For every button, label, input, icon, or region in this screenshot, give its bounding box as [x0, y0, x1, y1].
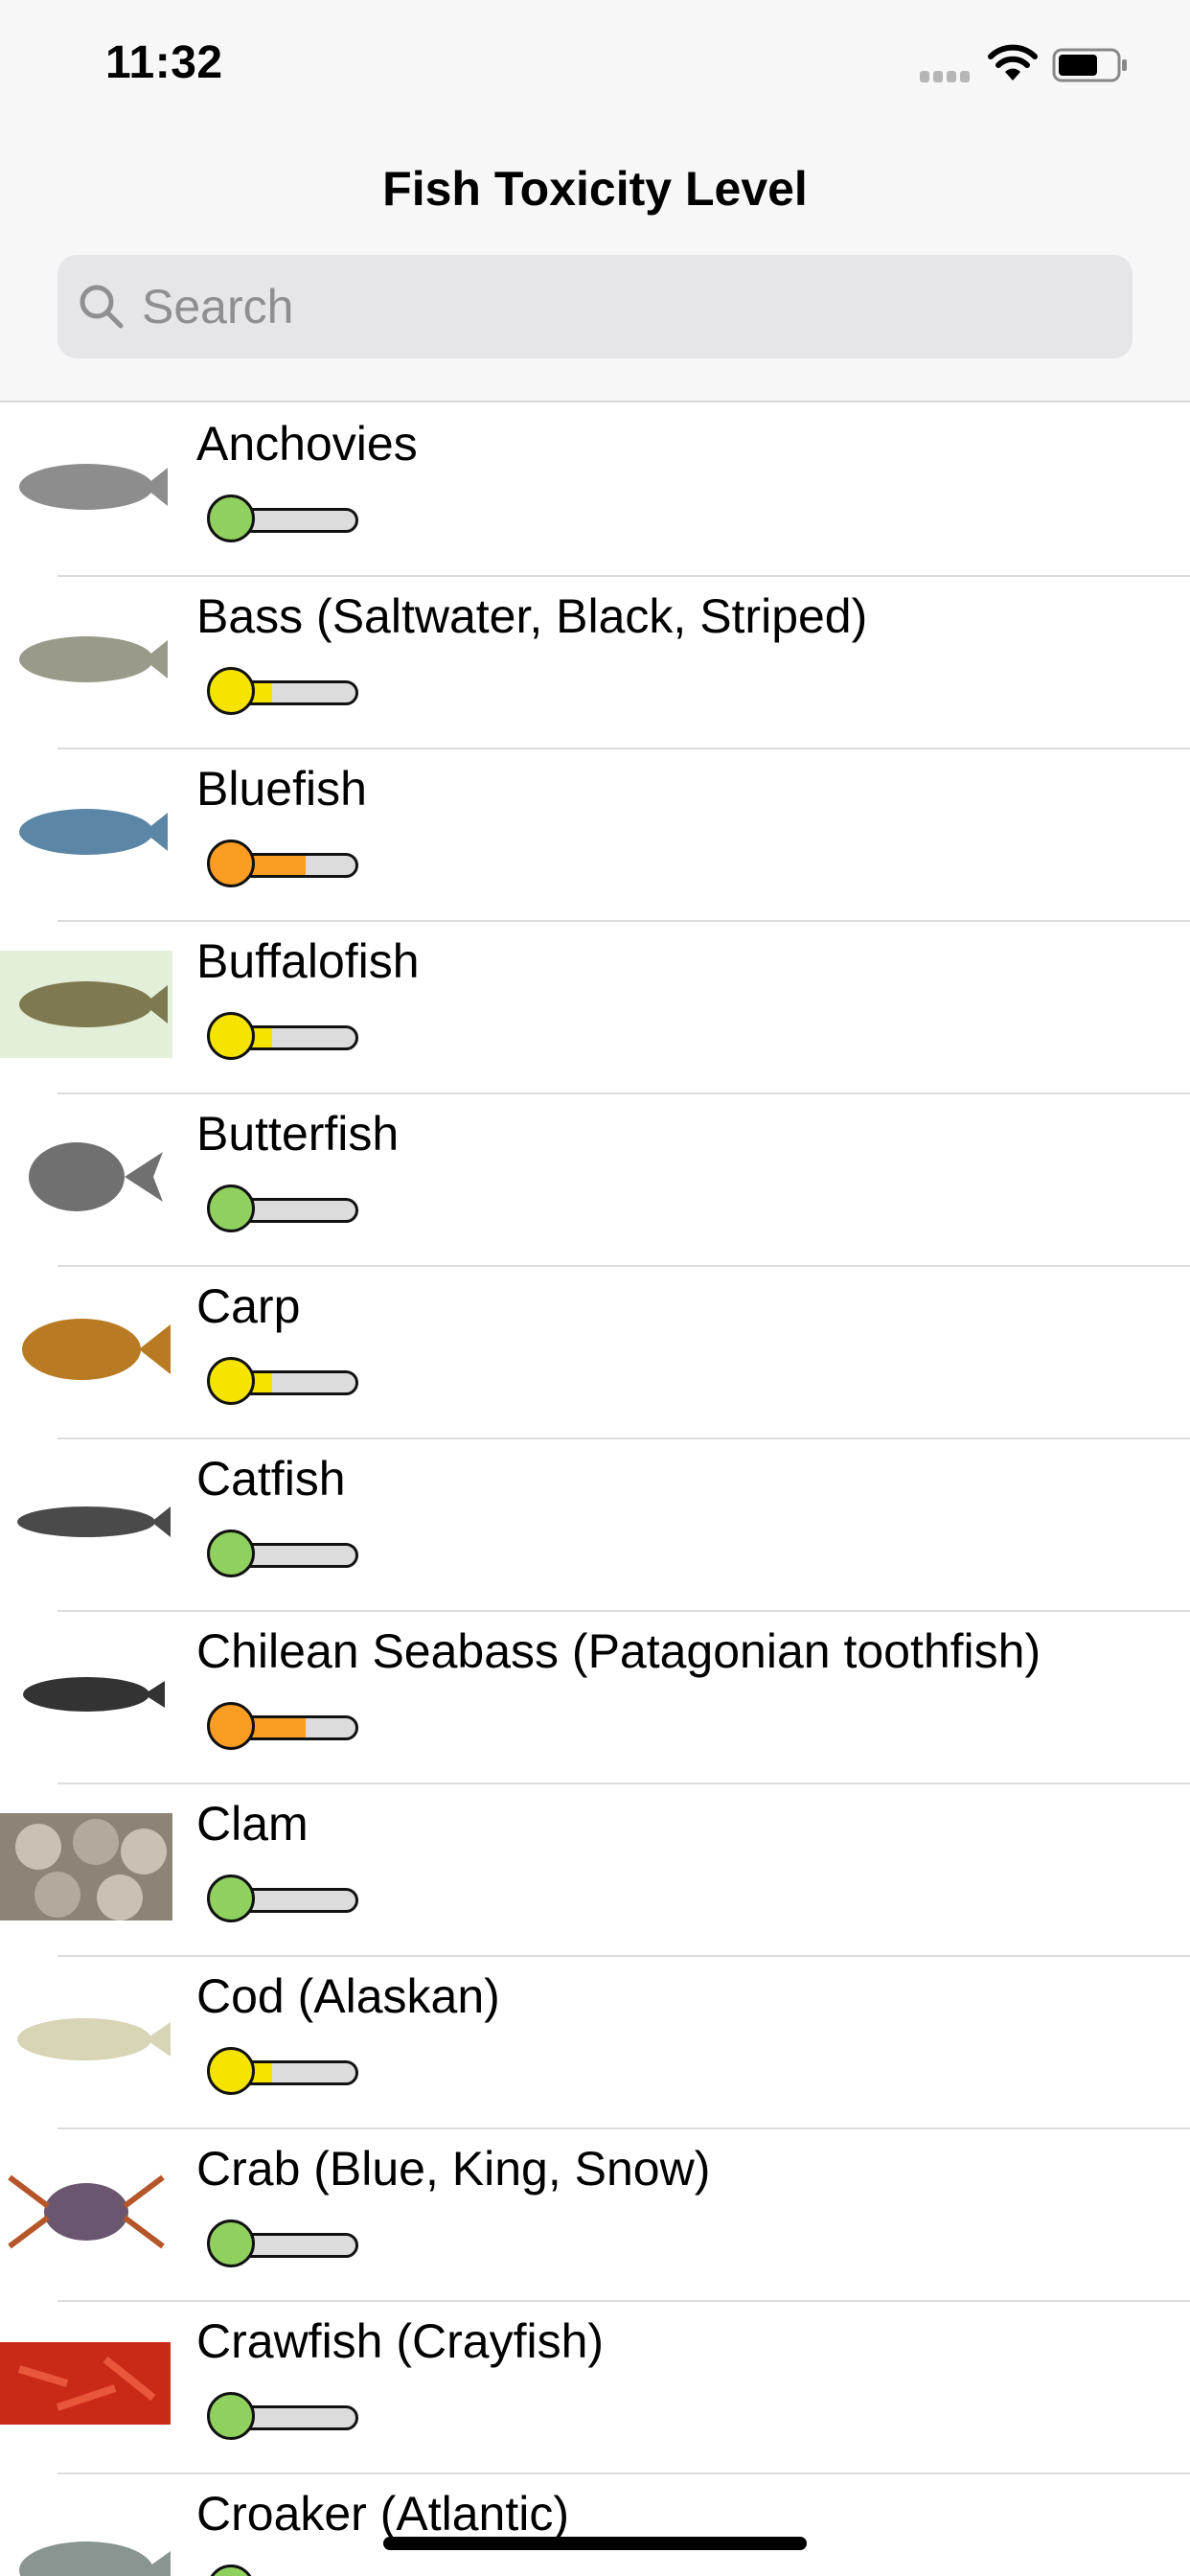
- fish-row[interactable]: Clam: [0, 1784, 1190, 1957]
- fish-image: [0, 433, 172, 540]
- fish-image: [0, 606, 172, 713]
- fish-row[interactable]: Cod (Alaskan): [0, 1957, 1190, 2129]
- wifi-icon: [987, 42, 1039, 82]
- toxicity-gauge: [207, 2564, 360, 2576]
- search-bar[interactable]: [57, 255, 1133, 358]
- search-icon: [77, 282, 126, 332]
- toxicity-gauge: [207, 2392, 360, 2442]
- toxicity-gauge: [207, 1184, 360, 1234]
- toxicity-gauge: [207, 1874, 360, 1924]
- fish-row[interactable]: Anchovies: [0, 404, 1190, 577]
- fish-row[interactable]: Croaker (Atlantic): [0, 2474, 1190, 2576]
- cellular-signal-icon: [920, 71, 973, 82]
- fish-name: Carp: [196, 1279, 301, 1333]
- fish-name: Crawfish (Crayfish): [196, 2314, 605, 2368]
- fish-image: [0, 1641, 172, 1748]
- fish-image: [0, 1468, 172, 1576]
- fish-list: Anchovies Bass (Saltwater, Black, Stripe…: [0, 404, 1190, 2576]
- toxicity-gauge: [207, 1530, 360, 1579]
- fish-row[interactable]: Crab (Blue, King, Snow): [0, 2129, 1190, 2302]
- fish-row[interactable]: Crawfish (Crayfish): [0, 2302, 1190, 2474]
- fish-name: Catfish: [196, 1452, 346, 1506]
- fish-image: [0, 778, 172, 886]
- fish-row[interactable]: Carp: [0, 1267, 1190, 1439]
- fish-image: [0, 2503, 172, 2576]
- fish-image: [0, 1296, 172, 1403]
- fish-row[interactable]: Bass (Saltwater, Black, Striped): [0, 577, 1190, 749]
- fish-name: Bluefish: [196, 762, 367, 816]
- header: 11:32 Fish Toxicity Level: [0, 0, 1190, 402]
- fish-row[interactable]: Chilean Seabass (Patagonian toothfish): [0, 1612, 1190, 1784]
- fish-name: Chilean Seabass (Patagonian toothfish): [196, 1624, 1041, 1678]
- fish-image: [0, 1813, 172, 1920]
- fish-name: Crab (Blue, King, Snow): [196, 2142, 711, 2196]
- page-title: Fish Toxicity Level: [382, 162, 808, 216]
- home-indicator: [383, 2537, 807, 2550]
- toxicity-gauge: [207, 1357, 360, 1407]
- fish-name: Cod (Alaskan): [196, 1969, 500, 2023]
- toxicity-gauge: [207, 2047, 360, 2097]
- search-input[interactable]: [142, 272, 1100, 341]
- toxicity-gauge: [207, 1012, 360, 1062]
- battery-icon: [1052, 48, 1129, 82]
- fish-name: Butterfish: [196, 1107, 400, 1161]
- fish-image: [0, 951, 172, 1058]
- fish-image: [0, 1986, 172, 2093]
- fish-image: [0, 1123, 172, 1230]
- toxicity-gauge: [207, 1702, 360, 1752]
- toxicity-gauge: [207, 2220, 360, 2269]
- fish-image: [0, 2331, 172, 2438]
- fish-row[interactable]: Butterfish: [0, 1094, 1190, 1267]
- fish-row[interactable]: Catfish: [0, 1439, 1190, 1612]
- toxicity-gauge: [207, 667, 360, 717]
- fish-name: Clam: [196, 1797, 309, 1851]
- toxicity-gauge: [207, 840, 360, 889]
- toxicity-gauge: [207, 494, 360, 544]
- fish-name: Croaker (Atlantic): [196, 2487, 569, 2541]
- fish-row[interactable]: Bluefish: [0, 749, 1190, 922]
- fish-row[interactable]: Buffalofish: [0, 922, 1190, 1094]
- fish-name: Bass (Saltwater, Black, Striped): [196, 589, 868, 643]
- fish-image: [0, 2158, 172, 2266]
- fish-name: Buffalofish: [196, 934, 420, 988]
- fish-name: Anchovies: [196, 417, 418, 471]
- status-time: 11:32: [105, 37, 223, 88]
- screen: 11:32 Fish Toxicity Level Search Anchovi…: [0, 0, 1190, 2576]
